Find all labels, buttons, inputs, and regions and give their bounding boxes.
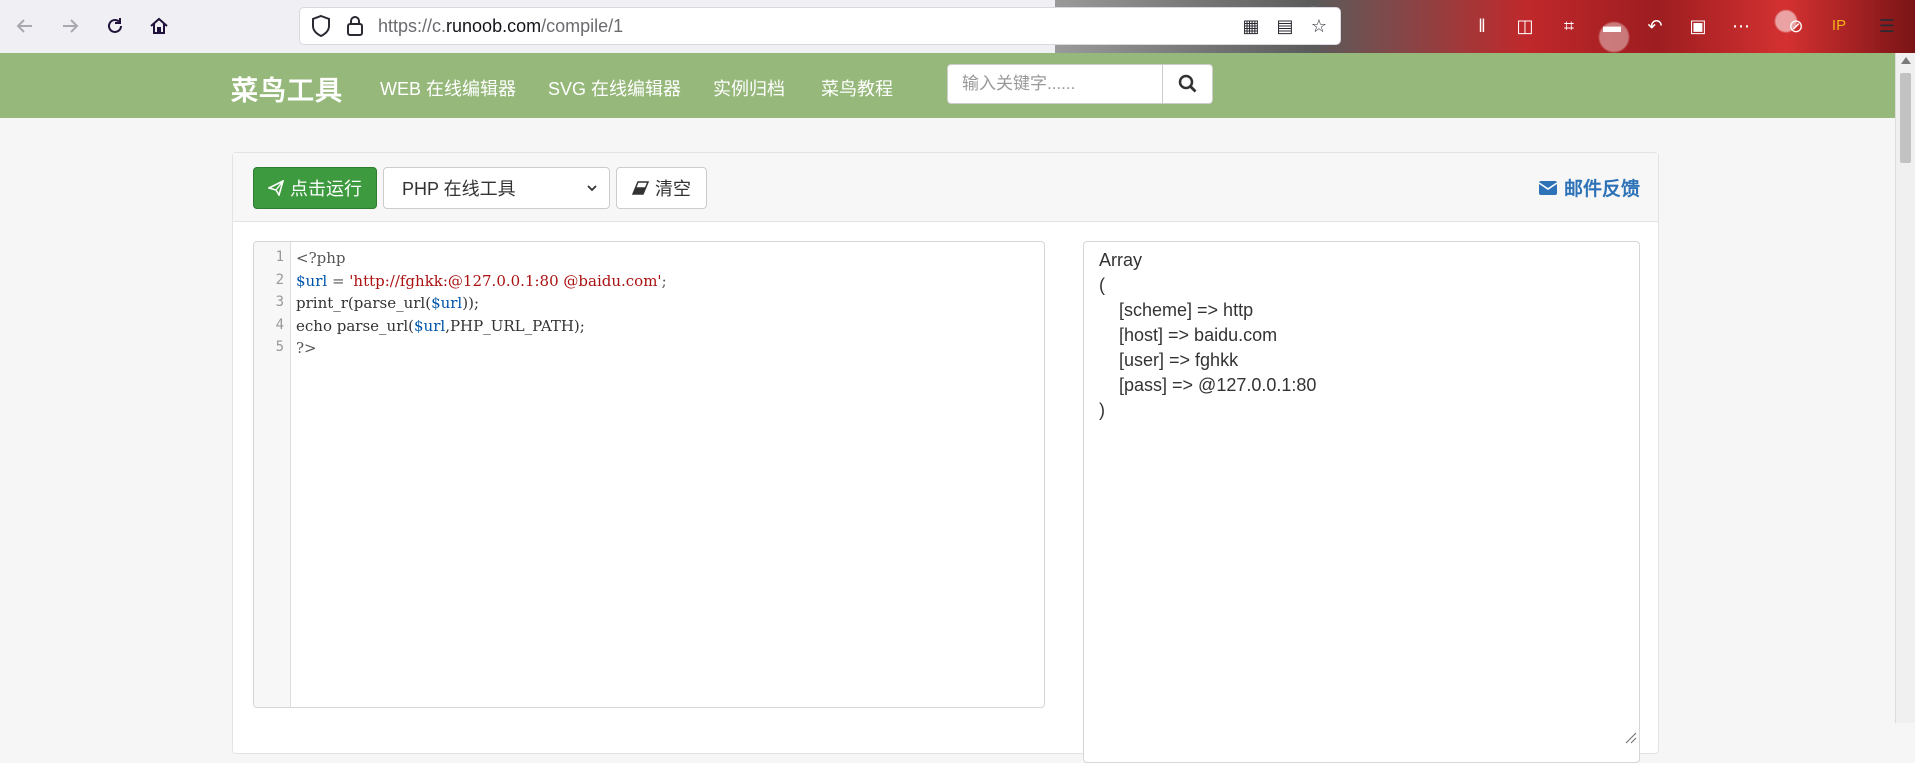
- sidebar-icon[interactable]: ◫: [1513, 14, 1537, 38]
- more-extension-icon[interactable]: ⋯: [1729, 14, 1753, 38]
- output-panel[interactable]: Array ( [scheme] => http [host] => baidu…: [1083, 241, 1640, 763]
- code-line[interactable]: echo parse_url($url,PHP_URL_PATH);: [296, 317, 585, 335]
- run-button-label: 点击运行: [290, 179, 362, 199]
- feedback-label: 邮件反馈: [1563, 179, 1640, 200]
- output-line: ): [1099, 400, 1105, 420]
- home-icon[interactable]: [144, 11, 174, 41]
- line-gutter: 1 2 3 4 5: [254, 242, 291, 707]
- output-line: [scheme] => http: [1099, 300, 1254, 320]
- code-variable: $url: [296, 272, 328, 290]
- code-line[interactable]: <?php: [296, 249, 345, 267]
- url-prefix: https://c.: [378, 16, 447, 36]
- url-domain: runoob.com: [446, 16, 542, 36]
- compiler-panel: 点击运行 PHP 在线工具 清空 邮件反馈 1 2 3 4 5 <?php $u…: [232, 152, 1659, 763]
- screenshot-icon[interactable]: ▣: [1686, 14, 1710, 38]
- menu-icon[interactable]: ☰: [1875, 14, 1899, 38]
- code-line[interactable]: print_r(parse_url($url));: [296, 294, 479, 312]
- qr-code-icon[interactable]: ▦: [1240, 15, 1262, 37]
- page-scrollbar[interactable]: [1895, 53, 1915, 723]
- nav-svg-editor[interactable]: SVG 在线编辑器: [548, 75, 681, 101]
- line-number: 5: [275, 339, 284, 355]
- address-bar[interactable]: https://c.runoob.com/compile/1 ▦ ▤ ☆: [300, 8, 1340, 44]
- php-close-tag: ?>: [296, 339, 317, 357]
- lock-icon[interactable]: [344, 14, 366, 38]
- site-header: 菜鸟工具 WEB 在线编辑器 SVG 在线编辑器 实例归档 菜鸟教程: [0, 53, 1895, 118]
- output-line: [user] => fghkk: [1099, 350, 1239, 370]
- code-line[interactable]: $url = 'http://fghkk:@127.0.0.1:80 @baid…: [296, 272, 667, 290]
- output-line: [host] => baidu.com: [1099, 325, 1278, 345]
- ip-icon[interactable]: IP: [1827, 14, 1851, 38]
- site-logo[interactable]: 菜鸟工具: [231, 69, 343, 108]
- clear-button[interactable]: 清空: [616, 167, 707, 209]
- chevron-down-icon: [587, 185, 597, 192]
- compiler-toolbar: 点击运行 PHP 在线工具 清空 邮件反馈: [233, 153, 1658, 222]
- resize-handle-icon[interactable]: [1623, 730, 1637, 744]
- crop-icon[interactable]: ⌗: [1557, 14, 1581, 38]
- reload-icon[interactable]: [100, 11, 130, 41]
- line-number: 1: [275, 249, 284, 265]
- blocker-icon[interactable]: ⊘: [1784, 14, 1808, 38]
- output-line: (: [1099, 275, 1105, 295]
- nav-web-editor[interactable]: WEB 在线编辑器: [380, 75, 516, 101]
- library-icon[interactable]: ‖: [1470, 14, 1494, 38]
- code-editor[interactable]: 1 2 3 4 5 <?php $url = 'http://fghkk:@12…: [253, 241, 1045, 708]
- send-icon: [268, 180, 284, 196]
- scroll-up-arrow[interactable]: [1901, 57, 1911, 64]
- search-input[interactable]: [947, 64, 1163, 104]
- code-string: 'http://fghkk:@127.0.0.1:80 @baidu.com': [349, 272, 662, 290]
- forward-icon[interactable]: [55, 11, 85, 41]
- output-line: [pass] => @127.0.0.1:80: [1099, 375, 1317, 395]
- bookmark-star-icon[interactable]: ☆: [1308, 15, 1330, 37]
- extension-icon[interactable]: ▬: [1600, 14, 1624, 38]
- nav-examples[interactable]: 实例归档: [713, 75, 785, 101]
- undo-icon[interactable]: ↶: [1643, 14, 1667, 38]
- code-line[interactable]: ?>: [296, 339, 317, 357]
- reader-view-icon[interactable]: ▤: [1274, 15, 1296, 37]
- line-number: 3: [275, 294, 284, 310]
- run-button[interactable]: 点击运行: [253, 167, 377, 209]
- tracking-shield-icon[interactable]: [310, 14, 332, 38]
- language-select-value: PHP 在线工具: [402, 179, 516, 199]
- envelope-icon: [1538, 180, 1558, 195]
- line-number: 2: [275, 272, 284, 288]
- language-select[interactable]: PHP 在线工具: [383, 167, 610, 209]
- php-open-tag: <?php: [296, 249, 346, 267]
- search-button[interactable]: [1163, 64, 1213, 104]
- line-number: 4: [275, 317, 284, 333]
- back-icon[interactable]: [10, 11, 40, 41]
- eraser-icon: [632, 181, 650, 195]
- clear-button-label: 清空: [655, 179, 691, 199]
- scrollbar-thumb[interactable]: [1900, 73, 1911, 163]
- nav-tutorials[interactable]: 菜鸟教程: [821, 75, 893, 101]
- search-icon: [1178, 74, 1196, 93]
- output-line: Array: [1099, 250, 1143, 270]
- email-feedback-link[interactable]: 邮件反馈: [1538, 174, 1640, 201]
- url-text[interactable]: https://c.runoob.com/compile/1: [378, 16, 623, 37]
- browser-toolbar: https://c.runoob.com/compile/1 ▦ ▤ ☆ ‖ ◫…: [0, 0, 1915, 54]
- url-path: /compile/1: [541, 16, 624, 36]
